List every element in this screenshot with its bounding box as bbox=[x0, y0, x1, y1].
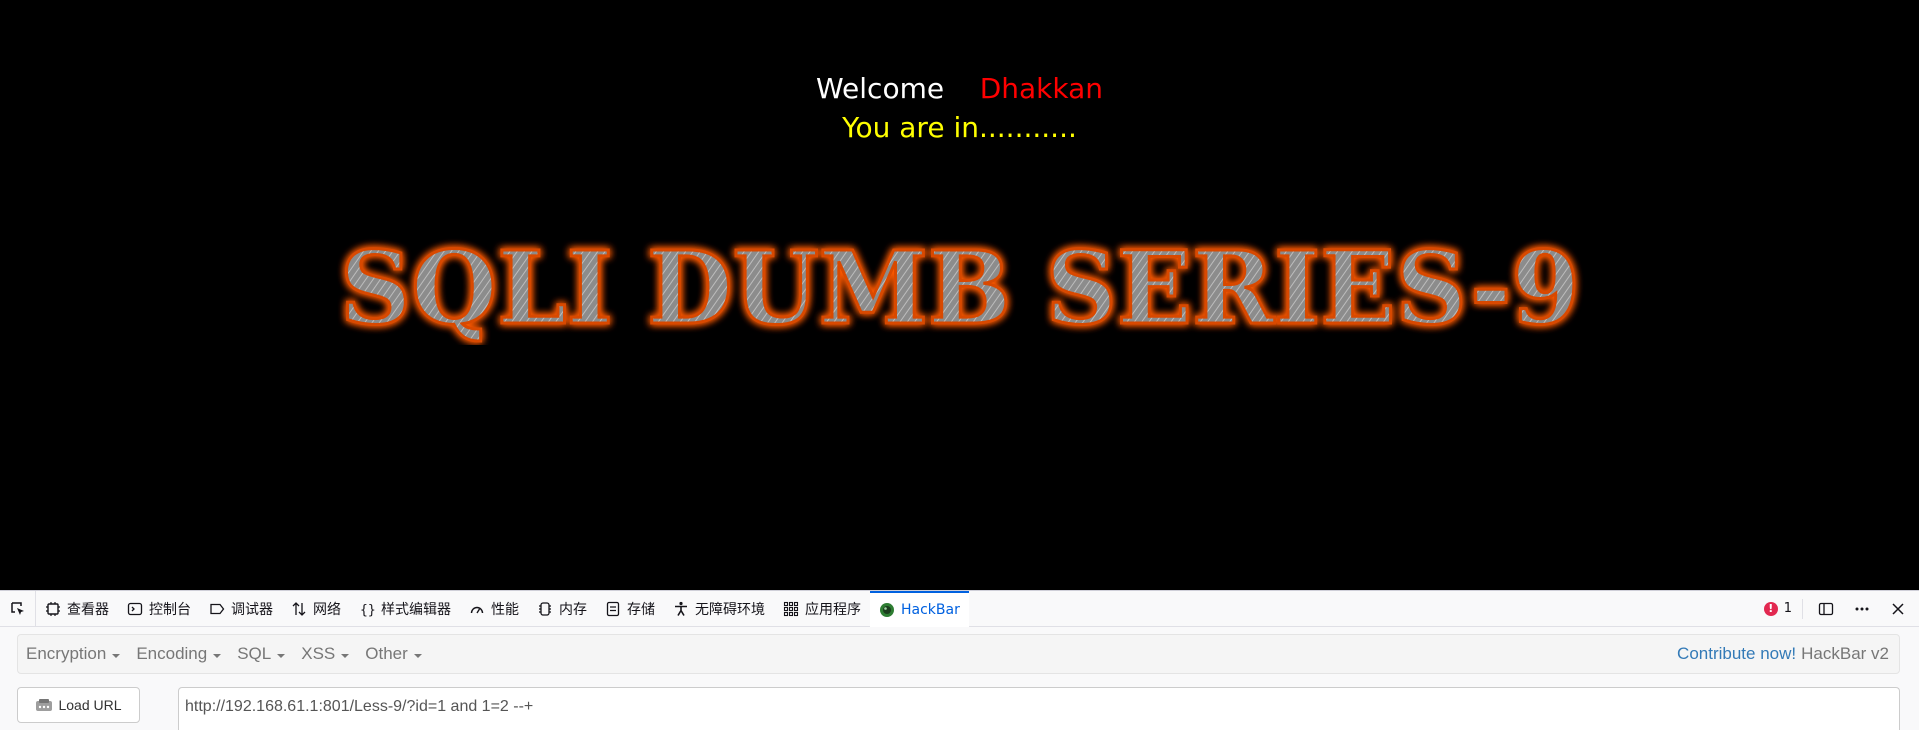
contribute-link[interactable]: Contribute now! bbox=[1677, 644, 1796, 664]
tab-label: 存储 bbox=[627, 601, 655, 618]
encryption-dropdown[interactable]: Encryption bbox=[18, 634, 128, 674]
application-icon bbox=[783, 601, 799, 616]
dropdown-label: Encryption bbox=[26, 644, 107, 663]
tab-performance[interactable]: 性能 bbox=[460, 591, 528, 627]
tab-label: 应用程序 bbox=[805, 601, 861, 618]
dropdown-label: Encoding bbox=[136, 644, 208, 663]
login-status: You are in........... bbox=[842, 111, 1077, 144]
hackbar-credits: Contribute now! HackBar v2 bbox=[1677, 644, 1899, 664]
error-icon: ! bbox=[1763, 601, 1778, 616]
style-editor-icon: {} bbox=[360, 603, 375, 617]
error-count-badge[interactable]: ! 1 bbox=[1763, 598, 1803, 619]
toolbar-right: ! 1 bbox=[1763, 591, 1919, 627]
other-dropdown[interactable]: Other bbox=[357, 634, 430, 674]
accessibility-icon bbox=[675, 601, 687, 616]
network-icon bbox=[292, 601, 306, 616]
tab-hackbar[interactable]: HackBar bbox=[870, 590, 969, 627]
welcome-line: Welcome Dhakkan bbox=[0, 72, 1919, 105]
tab-label: 内存 bbox=[559, 601, 587, 618]
tab-label: 调试器 bbox=[231, 601, 273, 618]
tab-label: 网络 bbox=[313, 601, 341, 618]
element-picker-icon[interactable] bbox=[0, 590, 36, 627]
tab-debugger[interactable]: 调试器 bbox=[200, 591, 282, 627]
tab-storage[interactable]: 存储 bbox=[596, 591, 664, 627]
caret-down-icon bbox=[112, 653, 121, 658]
tab-label: 性能 bbox=[491, 601, 519, 618]
url-input[interactable]: http://192.168.61.1:801/Less-9/?id=1 and… bbox=[178, 687, 1900, 730]
load-url-label: Load URL bbox=[58, 697, 122, 713]
tab-console[interactable]: 控制台 bbox=[118, 591, 200, 627]
tab-network[interactable]: 网络 bbox=[282, 591, 350, 627]
caret-down-icon bbox=[277, 653, 286, 658]
dropdown-label: XSS bbox=[301, 644, 336, 663]
dropdown-label: Other bbox=[365, 644, 408, 663]
caret-down-icon bbox=[413, 653, 422, 658]
tab-label: 查看器 bbox=[67, 601, 109, 618]
xss-dropdown[interactable]: XSS bbox=[293, 634, 357, 674]
devtools-panel: 查看器 控制台 调试器 网络 {} 样式编辑器 性能 内存 存储 无障碍环境 应… bbox=[0, 590, 1919, 730]
tab-label: 控制台 bbox=[149, 601, 191, 618]
hackbar-menu: Encryption Encoding SQL XSS Other Contri… bbox=[17, 634, 1900, 674]
banner-text: SQLI DUMB SERIES-9 bbox=[340, 229, 1580, 345]
devtools-toolbar: 查看器 控制台 调试器 网络 {} 样式编辑器 性能 内存 存储 无障碍环境 应… bbox=[0, 590, 1919, 627]
caret-down-icon bbox=[341, 653, 350, 658]
hackbar-version: HackBar v2 bbox=[1801, 644, 1889, 663]
memory-icon bbox=[539, 601, 551, 616]
load-url-button[interactable]: Load URL bbox=[17, 687, 140, 723]
caret-down-icon bbox=[213, 653, 222, 658]
tab-label: 无障碍环境 bbox=[695, 601, 765, 618]
load-url-icon bbox=[36, 699, 53, 711]
inspector-icon bbox=[46, 601, 60, 616]
tab-style-editor[interactable]: {} 样式编辑器 bbox=[350, 591, 460, 627]
debugger-icon bbox=[210, 603, 225, 614]
console-icon bbox=[127, 602, 143, 615]
dropdown-label: SQL bbox=[237, 644, 272, 663]
error-count: 1 bbox=[1783, 601, 1792, 616]
page-viewport: Welcome Dhakkan You are in........... SQ… bbox=[0, 0, 1919, 590]
hackbar-icon bbox=[880, 602, 894, 617]
tab-inspector[interactable]: 查看器 bbox=[36, 591, 118, 627]
tab-label: 样式编辑器 bbox=[381, 601, 451, 618]
dock-side-icon[interactable] bbox=[1813, 596, 1839, 622]
storage-icon bbox=[606, 601, 620, 616]
encoding-dropdown[interactable]: Encoding bbox=[128, 634, 229, 674]
more-options-icon[interactable] bbox=[1849, 596, 1875, 622]
sqli-dumb-series-banner: SQLI DUMB SERIES-9 bbox=[339, 228, 1582, 346]
svg-text:{}: {} bbox=[360, 603, 375, 617]
tab-label: HackBar bbox=[901, 601, 960, 618]
close-icon[interactable] bbox=[1885, 596, 1911, 622]
welcome-text: Welcome bbox=[816, 72, 945, 105]
welcome-name: Dhakkan bbox=[979, 72, 1103, 105]
tab-application[interactable]: 应用程序 bbox=[774, 591, 870, 627]
performance-icon bbox=[470, 606, 484, 613]
sql-dropdown[interactable]: SQL bbox=[229, 634, 293, 674]
tab-memory[interactable]: 内存 bbox=[528, 591, 596, 627]
tab-accessibility[interactable]: 无障碍环境 bbox=[664, 591, 774, 627]
